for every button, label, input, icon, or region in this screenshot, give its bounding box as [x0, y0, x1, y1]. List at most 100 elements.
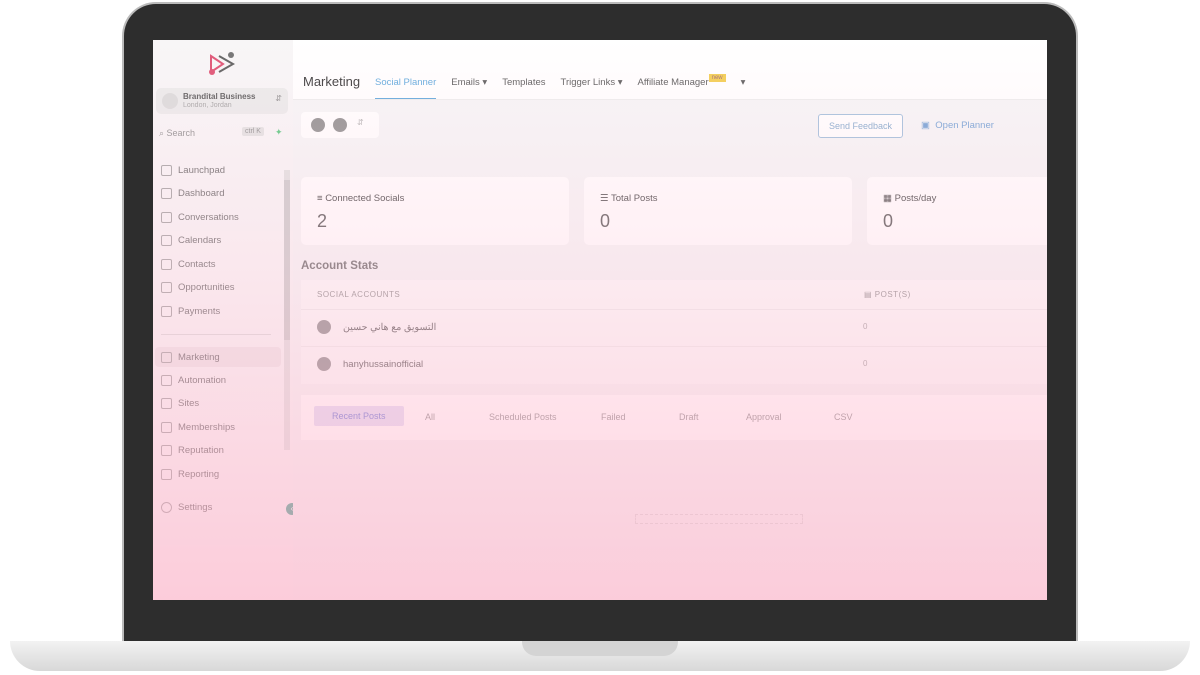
- empty-placeholder: [635, 514, 803, 524]
- gear-icon: [161, 502, 172, 513]
- screen: Brandital Business London, Jordan ⇵ ⌕ Se…: [153, 40, 1047, 600]
- avatar: [317, 320, 331, 334]
- label: Emails: [451, 77, 480, 88]
- launchpad-icon: [161, 165, 172, 176]
- label: Automation: [178, 375, 227, 386]
- account-name: hanyhussainofficial: [343, 359, 424, 370]
- label: Settings: [178, 502, 213, 513]
- database-icon: ≡: [317, 193, 323, 204]
- page-title: Marketing: [303, 74, 361, 89]
- label: Reputation: [178, 445, 224, 456]
- chat-icon: [161, 212, 172, 223]
- table-row[interactable]: hanyhussainofficial 0: [301, 346, 1047, 382]
- avatar: [333, 118, 347, 132]
- label: Opportunities: [178, 282, 235, 293]
- label: Memberships: [178, 422, 236, 433]
- sidebar-item-contacts[interactable]: Contacts: [161, 259, 216, 270]
- account-location: London, Jordan: [183, 102, 232, 109]
- search-input[interactable]: ⌕ Search ctrl K ✦: [159, 127, 287, 139]
- sidebar-item-reputation[interactable]: Reputation: [161, 445, 224, 456]
- tab-scheduled-posts[interactable]: Scheduled Posts: [489, 412, 557, 422]
- social-account-selector[interactable]: ⇵: [301, 112, 379, 138]
- contacts-icon: [161, 259, 172, 270]
- logo-icon: [209, 52, 236, 75]
- tab-csv[interactable]: CSV: [834, 412, 853, 422]
- label: Open Planner: [935, 120, 994, 131]
- chevron-updown-icon: ⇵: [357, 118, 364, 127]
- sidebar-item-calendars[interactable]: Calendars: [161, 235, 221, 246]
- tabs: Social Planner Emails ▾ Templates Trigge…: [375, 74, 746, 99]
- label: Sites: [178, 398, 200, 409]
- calendar-icon: ▣: [921, 120, 930, 131]
- column-header: ▤ POST(S): [864, 290, 911, 299]
- tab-approval[interactable]: Approval: [746, 412, 782, 422]
- chart-icon: [161, 469, 172, 480]
- sidebar-item-launchpad[interactable]: Launchpad: [161, 165, 225, 176]
- label: Dashboard: [178, 188, 225, 199]
- post-count: 0: [863, 359, 868, 368]
- dashboard-icon: [161, 188, 172, 199]
- label: POST(S): [874, 290, 911, 299]
- laptop-notch: [522, 641, 678, 656]
- main-content: Marketing Social Planner Emails ▾ Templa…: [293, 40, 1047, 600]
- label: Calendars: [178, 235, 222, 246]
- account-switcher[interactable]: Brandital Business London, Jordan ⇵: [156, 88, 288, 114]
- open-planner-button[interactable]: ▣ Open Planner: [921, 120, 994, 131]
- tab-all[interactable]: All: [425, 412, 435, 422]
- label: Posts/day: [894, 193, 937, 204]
- top-nav: Marketing Social Planner Emails ▾ Templa…: [293, 40, 1047, 100]
- label: Payments: [178, 306, 221, 317]
- layout-icon: ▦: [883, 193, 892, 204]
- tab-social-planner[interactable]: Social Planner: [375, 77, 437, 99]
- table-row[interactable]: التسويق مع هاني حسين 0: [301, 309, 1047, 345]
- tab-templates[interactable]: Templates: [502, 77, 545, 99]
- sites-icon: [161, 398, 172, 409]
- sidebar-item-reporting[interactable]: Reporting: [161, 469, 219, 480]
- more-tabs-chevron-icon[interactable]: ▾: [741, 77, 746, 99]
- section-title: Account Stats: [301, 260, 379, 272]
- label: Contacts: [178, 259, 216, 270]
- value: 0: [883, 211, 894, 231]
- tab-trigger-links[interactable]: Trigger Links ▾: [561, 77, 623, 99]
- sidebar-item-payments[interactable]: Payments: [161, 306, 220, 317]
- tab-recent-posts[interactable]: Recent Posts: [314, 406, 404, 426]
- calendar-icon: [161, 235, 172, 246]
- sidebar-item-memberships[interactable]: Memberships: [161, 422, 235, 433]
- value: 2: [317, 211, 328, 231]
- sidebar-scrollbar[interactable]: [284, 170, 290, 450]
- label: Marketing: [178, 351, 220, 363]
- sidebar-item-automation[interactable]: Automation: [161, 375, 226, 386]
- sidebar-item-sites[interactable]: Sites: [161, 398, 199, 409]
- label: Conversations: [178, 212, 239, 223]
- new-badge: new: [708, 74, 726, 82]
- stat-card-total-posts: ☰ Total Posts 0: [584, 177, 852, 245]
- sidebar-item-marketing[interactable]: Marketing: [155, 347, 281, 367]
- account-name: Brandital Business: [183, 92, 256, 101]
- tab-failed[interactable]: Failed: [601, 412, 626, 422]
- location-icon: [162, 93, 178, 109]
- sparkle-icon[interactable]: ✦: [275, 127, 283, 138]
- posts-icon: ☰: [600, 193, 609, 204]
- star-icon: [161, 445, 172, 456]
- label: Reporting: [178, 469, 220, 480]
- chevron-updown-icon: ⇵: [275, 94, 282, 103]
- stat-card-posts-per-day: ▦ Posts/day 0: [867, 177, 1047, 245]
- label: Total Posts: [611, 193, 658, 204]
- send-feedback-button[interactable]: Send Feedback: [818, 114, 903, 138]
- tab-emails[interactable]: Emails ▾: [451, 77, 487, 99]
- label: Launchpad: [178, 165, 226, 176]
- sidebar-item-settings[interactable]: Settings: [161, 502, 212, 513]
- sidebar-item-opportunities[interactable]: Opportunities: [161, 282, 235, 293]
- stat-card-connected-socials: ≡ Connected Socials 2: [301, 177, 569, 245]
- sidebar-item-dashboard[interactable]: Dashboard: [161, 188, 224, 199]
- tab-draft[interactable]: Draft: [679, 412, 699, 422]
- tab-affiliate-manager[interactable]: Affiliate Manager new: [638, 74, 726, 99]
- account-name: التسويق مع هاني حسين: [343, 322, 437, 333]
- opportunities-icon: [161, 282, 172, 293]
- sidebar-item-conversations[interactable]: Conversations: [161, 212, 239, 223]
- automation-icon: [161, 375, 172, 386]
- avatar: [317, 357, 331, 371]
- column-header: SOCIAL ACCOUNTS: [317, 290, 401, 299]
- shortcut-badge: ctrl K: [242, 127, 264, 136]
- search-placeholder: Search: [166, 128, 196, 138]
